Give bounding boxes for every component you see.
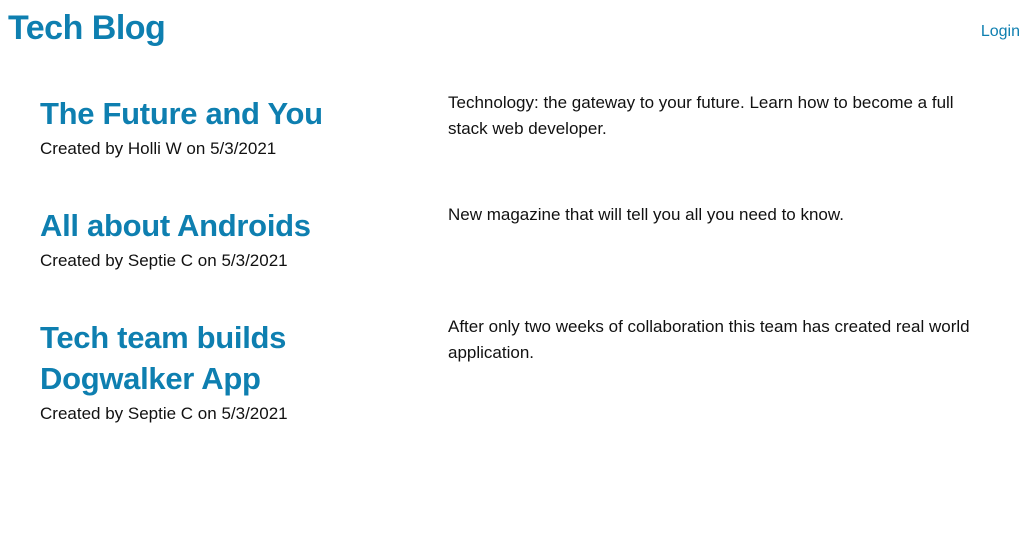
post-body: After only two weeks of collaboration th… <box>448 317 970 362</box>
post-title-link[interactable]: Tech team builds Dogwalker App <box>40 317 430 399</box>
post-title-link[interactable]: The Future and You <box>40 93 430 134</box>
post-header: Tech team builds Dogwalker App Created b… <box>40 317 430 426</box>
login-link[interactable]: Login <box>981 20 1020 44</box>
post-body: Technology: the gateway to your future. … <box>448 93 954 138</box>
post-meta: Created by Septie C on 5/3/2021 <box>40 404 288 423</box>
post-header: The Future and You Created by Holli W on… <box>40 93 430 161</box>
post-title-link[interactable]: All about Androids <box>40 205 430 246</box>
post-meta: Created by Holli W on 5/3/2021 <box>40 139 277 158</box>
post-header: All about Androids Created by Septie C o… <box>40 205 430 273</box>
site-title-link[interactable]: Tech Blog <box>8 6 166 50</box>
post-meta: Created by Septie C on 5/3/2021 <box>40 251 288 270</box>
post-body: New magazine that will tell you all you … <box>448 205 844 224</box>
